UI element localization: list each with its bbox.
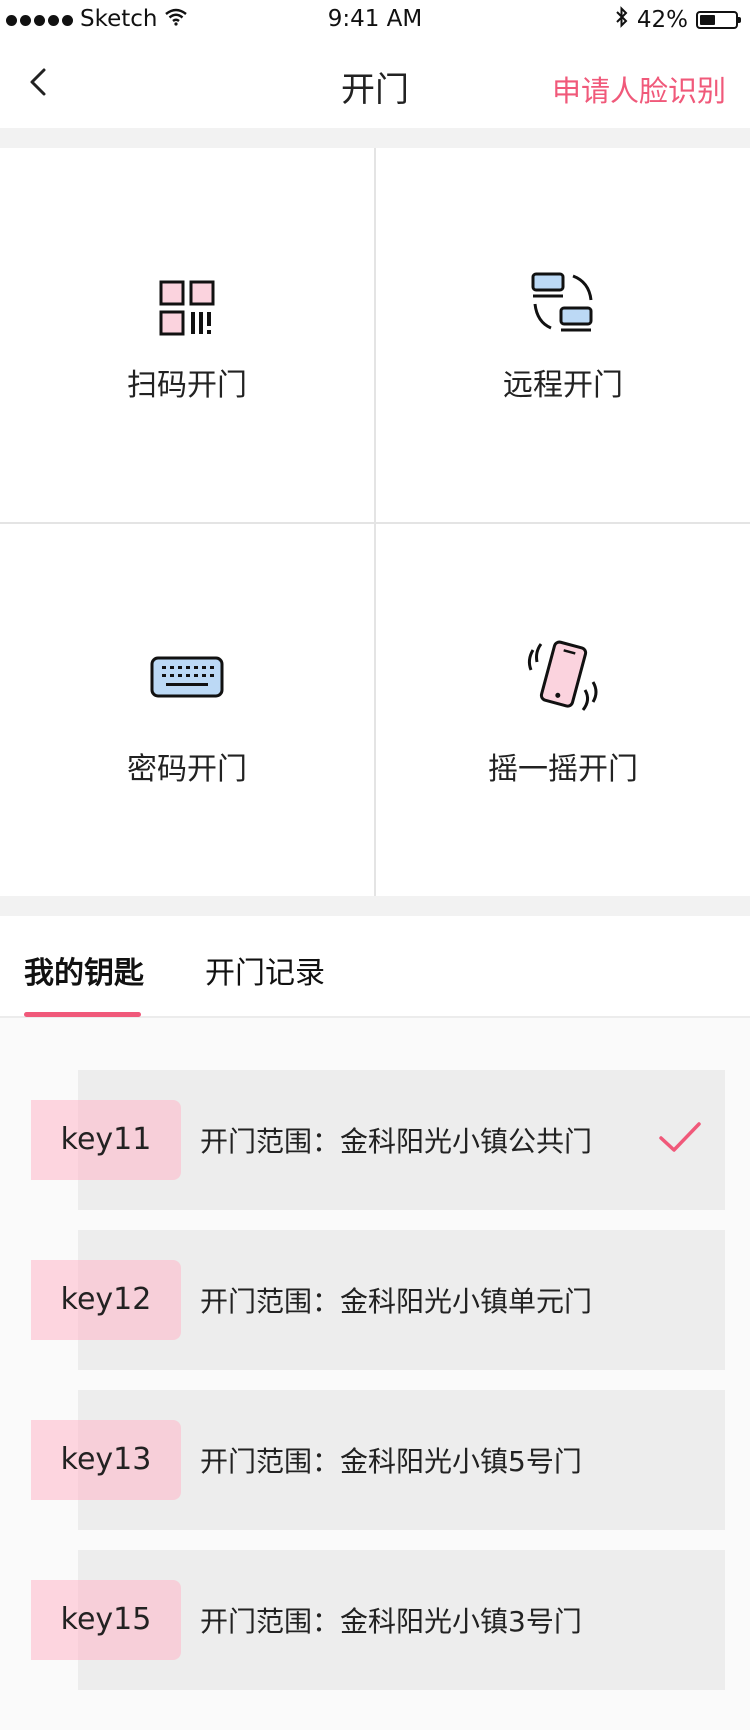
status-bar: Sketch 9:41 AM 42% xyxy=(0,0,750,40)
battery-percent: 42% xyxy=(636,7,688,33)
key-name: key12 xyxy=(31,1260,181,1340)
list-item[interactable]: key15 开门范围：金科阳光小镇3号门 xyxy=(0,1550,750,1690)
key-list: key11 开门范围：金科阳光小镇公共门 key12 开门范围：金科阳光小镇单元… xyxy=(0,1018,750,1730)
key-name: key15 xyxy=(31,1580,181,1660)
shake-open-label: 摇一摇开门 xyxy=(488,752,638,787)
active-tab-indicator xyxy=(24,1012,141,1017)
key-name: key11 xyxy=(31,1100,181,1180)
status-right: 42% xyxy=(615,6,741,34)
remote-open-button[interactable]: 远程开门 xyxy=(376,148,750,522)
shake-phone-icon xyxy=(376,634,750,718)
scan-open-button[interactable]: 扫码开门 xyxy=(0,148,374,522)
remote-open-label: 远程开门 xyxy=(503,368,623,403)
open-method-grid: 扫码开门 远程开门 密码开门 摇一摇开门 xyxy=(0,148,750,896)
battery-icon xyxy=(696,11,741,29)
password-open-button[interactable]: 密码开门 xyxy=(0,524,374,898)
check-icon xyxy=(658,1120,702,1158)
list-item[interactable]: key11 开门范围：金科阳光小镇公共门 xyxy=(0,1070,750,1210)
apply-face-recognition-link[interactable]: 申请人脸识别 xyxy=(552,68,726,110)
key-name: key13 xyxy=(31,1420,181,1500)
key-range: 开门范围：金科阳光小镇单元门 xyxy=(200,1285,593,1318)
list-item[interactable]: key12 开门范围：金科阳光小镇单元门 xyxy=(0,1230,750,1370)
key-range: 开门范围：金科阳光小镇公共门 xyxy=(200,1125,593,1158)
shake-open-button[interactable]: 摇一摇开门 xyxy=(376,524,750,898)
nav-bar: 开门 申请人脸识别 xyxy=(0,40,750,128)
remote-devices-icon xyxy=(376,270,750,336)
key-range: 开门范围：金科阳光小镇5号门 xyxy=(200,1445,582,1478)
password-open-label: 密码开门 xyxy=(127,752,247,787)
bluetooth-icon xyxy=(615,6,629,34)
key-range: 开门范围：金科阳光小镇3号门 xyxy=(200,1605,582,1638)
list-item[interactable]: key13 开门范围：金科阳光小镇5号门 xyxy=(0,1390,750,1530)
tab-open-records[interactable]: 开门记录 xyxy=(205,948,325,992)
tab-my-keys[interactable]: 我的钥匙 xyxy=(24,948,144,992)
keyboard-icon xyxy=(0,654,374,700)
qr-code-icon xyxy=(0,280,374,336)
tab-bar: 我的钥匙 开门记录 xyxy=(0,916,750,1018)
scan-open-label: 扫码开门 xyxy=(127,368,247,403)
